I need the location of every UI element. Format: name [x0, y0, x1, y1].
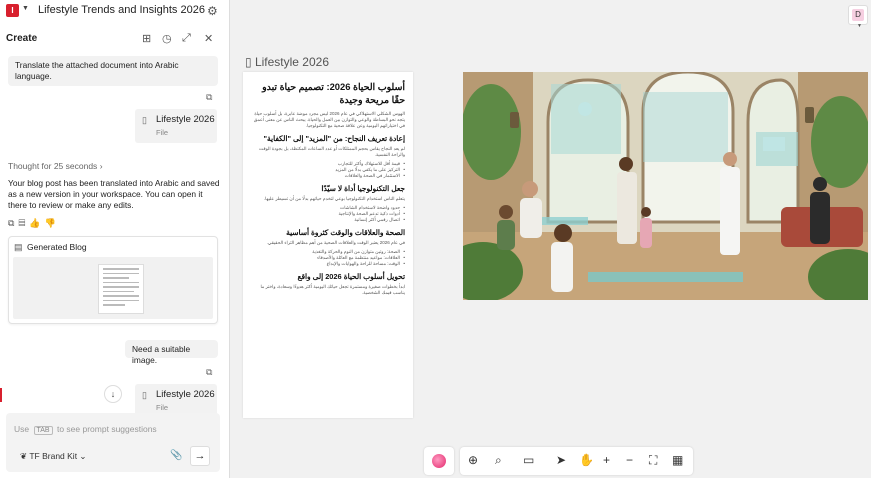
- fit-screen-icon[interactable]: ⛶: [649, 453, 657, 468]
- arabic-document[interactable]: أسلوب الحياة 2026: تصميم حياة تبدو حقًا …: [243, 72, 413, 418]
- chevron-right-icon: ›: [99, 161, 103, 171]
- list-item: الوقت: مساحة للراحة والهوايات والإبداع: [251, 261, 405, 267]
- file-name: Lifestyle 2026: [156, 389, 215, 400]
- assistant-reply: Your blog post has been translated into …: [8, 178, 220, 210]
- file-icon: ▯: [142, 390, 147, 400]
- add-page-icon[interactable]: ⊕: [468, 453, 478, 467]
- app-logo[interactable]: I: [6, 4, 19, 17]
- file-type: File: [156, 128, 169, 137]
- section-body: لم يعد النجاح يقاس بحجم الممتلكات أو عدد…: [259, 146, 405, 157]
- generated-blog-label: Generated Blog: [27, 242, 87, 252]
- history-icon[interactable]: ◷: [162, 32, 172, 45]
- copy-icon[interactable]: ⧉: [206, 367, 212, 378]
- create-header: Create ⊞ ◷ ⤢ ✕: [0, 30, 230, 48]
- gear-icon[interactable]: ⚙: [207, 4, 218, 18]
- expand-icon[interactable]: ⤢: [182, 32, 191, 45]
- reply-actions: ⧉▤👍👎: [8, 218, 60, 229]
- prompt-input[interactable]: [6, 413, 220, 472]
- page-icon: ▯: [245, 55, 255, 69]
- paperclip-icon[interactable]: 📎: [170, 450, 182, 461]
- search-icon[interactable]: ⌕: [495, 453, 502, 468]
- file-icon: ▯: [142, 115, 147, 125]
- section-heading: جعل التكنولوجيا أداة لا سيّدًا: [321, 184, 405, 193]
- user-initial: D: [852, 9, 864, 21]
- list-item: الاستثمار في الصحة والعلاقات: [251, 173, 405, 179]
- comment-icon[interactable]: ▭: [523, 453, 534, 467]
- panel-top-bar: I ▼ Lifestyle Trends and Insights 2026 ⚙: [0, 0, 230, 22]
- file-type: File: [156, 403, 169, 412]
- chevron-down-icon[interactable]: ▼: [22, 5, 29, 12]
- zoom-in-icon[interactable]: +: [603, 453, 610, 467]
- chevron-down-icon: ⌄: [77, 451, 87, 461]
- canvas-toolbar: ⊕ ⌕ ▭ ➤ ✋ + − ⛶ ▦: [460, 447, 693, 475]
- placeholder-text: to see prompt suggestions: [56, 424, 157, 434]
- placeholder-text: Use: [14, 424, 30, 434]
- chevron-down-icon: ▼: [857, 23, 862, 29]
- tab-key-hint: TAB: [33, 426, 53, 435]
- thought-toggle[interactable]: Thought for 25 seconds ›: [8, 161, 103, 171]
- close-icon[interactable]: ✕: [204, 32, 213, 45]
- generated-blog-card[interactable]: ▤ Generated Blog: [8, 236, 218, 324]
- article-intro: الهوس الشكلي الاستهلاكي في عام 2026 ليس …: [253, 111, 405, 128]
- document-title[interactable]: Lifestyle Trends and Insights 2026: [38, 4, 205, 16]
- pointer-icon[interactable]: ➤: [556, 453, 566, 467]
- generated-blog-preview: [13, 257, 213, 319]
- active-marker: [0, 388, 2, 402]
- ai-assistant-button[interactable]: [424, 447, 454, 475]
- document-icon[interactable]: ▤: [18, 218, 29, 228]
- user-message: Need a suitable image.: [125, 340, 218, 365]
- user-message: Translate the attached document into Ara…: [8, 56, 218, 86]
- section-list: قيمة أقل للاستهلاك وأكثر للتجارب التركيز…: [251, 161, 405, 179]
- file-name: Lifestyle 2026: [156, 114, 215, 125]
- prompt-placeholder: Use TAB to see prompt suggestions: [14, 424, 157, 435]
- thought-label: Thought for 25 seconds: [8, 161, 98, 171]
- frame-label[interactable]: ▯ Lifestyle 2026: [245, 55, 329, 69]
- section-body: في عام 2026 يعتبر الوقت والعلاقات الصحية…: [266, 240, 405, 245]
- section-list: حدود واضحة لاستخدام الشاشات أدوات ذكية ت…: [251, 205, 406, 223]
- send-button[interactable]: →: [190, 446, 210, 466]
- brand-kit-selector[interactable]: ❦ TF Brand Kit ⌄: [20, 451, 87, 462]
- section-list: الصحة: روتين متوازن من النوم والحركة وال…: [251, 249, 405, 267]
- hand-icon[interactable]: ✋: [579, 453, 594, 467]
- brand-kit-icon: ❦: [20, 451, 30, 461]
- frame-title: Lifestyle 2026: [254, 55, 329, 69]
- generated-image[interactable]: [463, 72, 868, 300]
- section-body: ابدأ بخطوات صغيرة ومستمرة تجعل حياتك الي…: [260, 284, 405, 295]
- section-heading: إعادة تعريف النجاح: من "المزيد" إلى "الك…: [263, 134, 405, 143]
- section-heading: تحويل أسلوب الحياة 2026 إلى واقع: [297, 272, 405, 281]
- image-illustration: [463, 72, 868, 300]
- ai-orb-icon: [432, 454, 446, 468]
- thumbs-down-icon[interactable]: 👎: [45, 218, 60, 228]
- section-heading: الصحة والعلاقات والوقت كثروة أساسية: [286, 228, 405, 237]
- copy-icon[interactable]: ⧉: [206, 92, 212, 103]
- file-attachment[interactable]: ▯ Lifestyle 2026 File: [135, 109, 217, 143]
- section-body: يتعلم الناس استخدام التكنولوجيا بوعي لتخ…: [263, 196, 405, 201]
- user-avatar[interactable]: D ▼: [848, 5, 868, 29]
- assistant-panel: I ▼ Lifestyle Trends and Insights 2026 ⚙…: [0, 0, 230, 478]
- list-item: اتصال رقمي أكثر إنسانية: [251, 217, 405, 223]
- brand-kit-label: TF Brand Kit: [29, 451, 78, 461]
- zoom-out-icon[interactable]: −: [626, 453, 633, 467]
- preview-page: [98, 264, 144, 314]
- scroll-down-button[interactable]: ↓: [104, 385, 122, 403]
- thumbs-up-icon[interactable]: 👍: [29, 218, 44, 228]
- panel-heading: Create: [6, 33, 38, 44]
- copy-icon[interactable]: ⧉: [8, 218, 18, 228]
- article-title: أسلوب الحياة 2026: تصميم حياة تبدو حقًا …: [262, 81, 405, 105]
- grid-view-icon[interactable]: ▦: [672, 453, 683, 467]
- new-chat-icon[interactable]: ⊞: [142, 32, 151, 45]
- document-icon: ▤: [14, 242, 23, 252]
